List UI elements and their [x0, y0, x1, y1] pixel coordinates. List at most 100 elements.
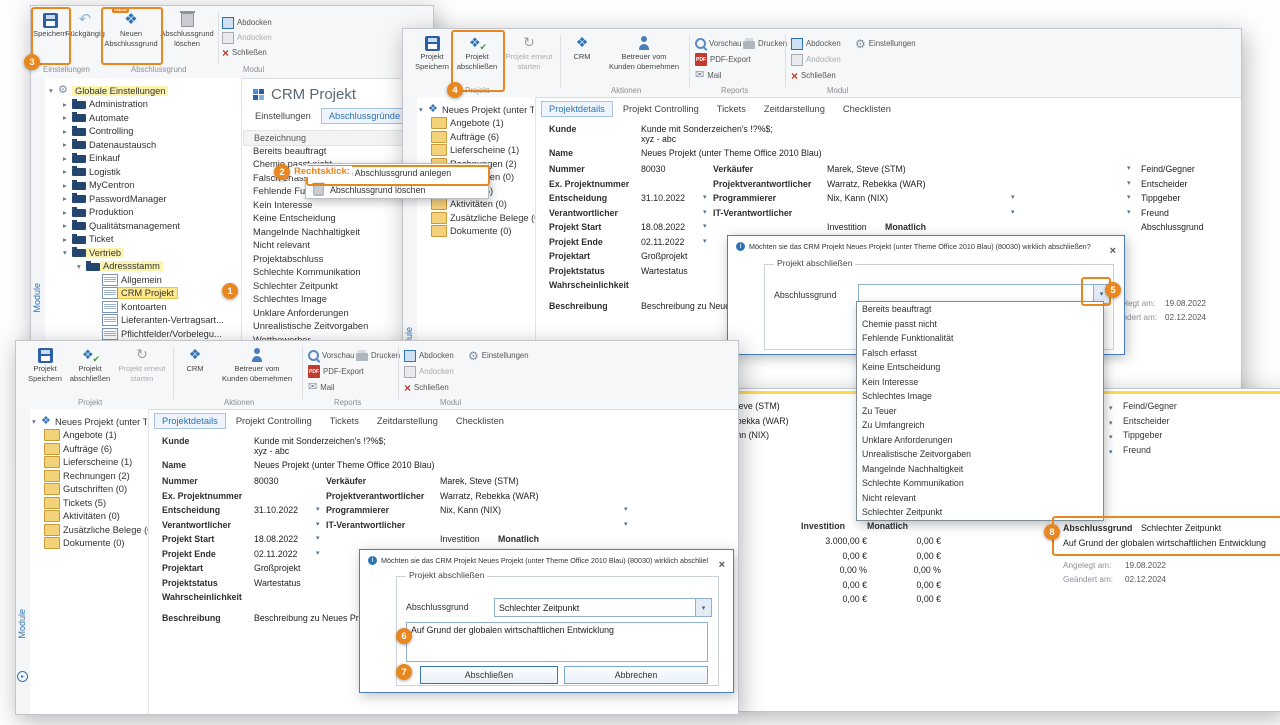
tree-item[interactable]: Lieferanten-Vertragsart... [45, 314, 241, 328]
expand-arrow-icon[interactable]: ▸ [63, 221, 72, 230]
tree-item[interactable]: ▸ Automate [45, 111, 241, 125]
dropdown-option[interactable]: Chemie passt nicht [857, 317, 1103, 332]
seller-value[interactable]: Marek, Steve (STM) [735, 401, 780, 411]
dropdown-arrow-icon[interactable]: ▾ [316, 520, 320, 528]
dropdown-arrow-icon[interactable]: ▾ [624, 505, 628, 513]
print-button[interactable]: Drucken [743, 37, 787, 50]
tab[interactable]: Projekt Controlling [228, 413, 320, 429]
close-reason-value[interactable]: Schlechter Zeitpunkt [1141, 523, 1221, 533]
project-lead-value[interactable]: Warratz, Rebekka (WAR) [735, 416, 789, 426]
tree-item[interactable]: ▸ Ticket [45, 233, 241, 247]
dropdown-option[interactable]: Schlechtes Image [857, 389, 1103, 404]
tree-item[interactable]: Aufträge (6) [431, 130, 535, 144]
tree-root-item[interactable]: ▾ Neues Projekt (unter Theme Office... [30, 409, 148, 429]
dropdown-arrow-icon[interactable]: ▾ [1127, 179, 1131, 187]
tab[interactable]: Zeitdarstellung [756, 101, 833, 117]
combo-arrow-icon[interactable]: ▾ [695, 599, 711, 616]
tree-item[interactable]: ▾ Adressstamm [45, 260, 241, 274]
pdf-export-button[interactable]: PDF-Export [308, 365, 364, 378]
tree-item[interactable]: ▸ MyCentron [45, 179, 241, 193]
tab[interactable]: Abschlussgründe [321, 108, 408, 124]
dropdown-arrow-icon[interactable]: ▾ [1127, 193, 1131, 201]
expand-arrow-icon[interactable]: ▸ [63, 235, 72, 244]
expand-arrow-icon[interactable]: ▸ [63, 194, 72, 203]
expand-arrow-icon[interactable]: ▸ [63, 154, 72, 163]
dropdown-arrow-icon[interactable]: ▾ [703, 222, 707, 230]
tree-item[interactable]: Lieferscheine (1) [44, 456, 148, 470]
settings-button[interactable]: Einstellungen [855, 37, 916, 50]
tree-item[interactable]: ▸ Einkauf [45, 152, 241, 166]
tree-root-item[interactable]: ▾ Neues Projekt (unter Theme Office... [417, 97, 535, 117]
contact-role-row[interactable]: Feind/Gegner [1109, 401, 1274, 416]
dropdown-option[interactable]: Bereits beauftragt [857, 302, 1103, 317]
settings-button[interactable]: Einstellungen [468, 349, 529, 362]
new-close-reason-button[interactable]: NEU Neuen Abschlussgrund [104, 11, 158, 63]
tab[interactable]: Checklisten [448, 413, 512, 429]
project-close-button[interactable]: Projektabschließen [68, 346, 112, 398]
preview-button[interactable]: Vorschau [308, 349, 355, 362]
tree-item[interactable]: ▸ Datenaustausch [45, 138, 241, 152]
tree-item[interactable]: ▸ Controlling [45, 125, 241, 139]
dropdown-arrow-icon[interactable]: ▾ [316, 549, 320, 557]
crm-menu-button[interactable]: CRM [565, 34, 599, 86]
caretaker-button[interactable]: Betreuer vomKunden übernehmen [603, 34, 685, 86]
dropdown-option[interactable]: Zu Umfangreich [857, 418, 1103, 433]
mail-button[interactable]: Mail [695, 69, 722, 82]
project-save-button[interactable]: ProjektSpeichern [24, 346, 66, 398]
context-menu-item-delete-reason[interactable]: Abschlussgrund löschen [306, 181, 488, 198]
crm-menu-button[interactable]: CRM [178, 346, 212, 398]
module-rail-toggle-icon[interactable] [17, 671, 28, 682]
dropdown-option[interactable]: Nicht relevant [857, 491, 1103, 506]
mail-button[interactable]: Mail [308, 381, 335, 394]
dropdown-arrow-icon[interactable]: ▾ [703, 237, 707, 245]
tab[interactable]: Einstellungen [247, 108, 319, 124]
tree-item[interactable]: Kontoarten [45, 300, 241, 314]
undo-button[interactable]: Rückgängig [68, 11, 102, 63]
dropdown-option[interactable]: Mangelnde Nachhaltigkeit [857, 462, 1103, 477]
close-module-button[interactable]: Schließen [791, 69, 836, 82]
tree-item[interactable]: Aufträge (6) [44, 442, 148, 456]
tree-item[interactable]: Angebote (1) [431, 117, 535, 131]
dropdown-arrow-icon[interactable] [1109, 448, 1113, 456]
tree-item[interactable]: CRM Projekt [45, 287, 241, 301]
dropdown-option[interactable]: Unrealistische Zeitvorgaben [857, 447, 1103, 462]
project-close-button[interactable]: Projektabschließen [455, 34, 499, 86]
project-save-button[interactable]: ProjektSpeichern [411, 34, 453, 86]
tree-item[interactable]: Angebote (1) [44, 429, 148, 443]
tab[interactable]: Tickets [709, 101, 754, 117]
confirm-close-button[interactable]: Abschließen [420, 666, 558, 684]
undock-button[interactable]: Abdocken [222, 16, 272, 29]
dropdown-arrow-icon[interactable]: ▾ [1127, 208, 1131, 216]
dropdown-option[interactable]: Schlechte Kommunikation [857, 476, 1103, 491]
close-reason-combobox[interactable]: Schlechter Zeitpunkt ▾ [494, 598, 712, 617]
expand-arrow-icon[interactable]: ▸ [63, 181, 72, 190]
dialog-close-icon[interactable] [1110, 241, 1116, 259]
programmer-value[interactable]: Nix, Kann (NIX) [735, 430, 769, 440]
dropdown-arrow-icon[interactable]: ▾ [1127, 164, 1131, 172]
dropdown-option[interactable]: Fehlende Funktionalität [857, 331, 1103, 346]
tree-item[interactable]: ▸ Logistik [45, 165, 241, 179]
dialog-close-icon[interactable] [719, 555, 725, 573]
dropdown-arrow-icon[interactable]: ▾ [1011, 193, 1015, 201]
project-restart-button[interactable]: Projekt erneutstarten [114, 346, 170, 398]
expand-arrow-icon[interactable]: ▾ [32, 417, 41, 426]
dock-button[interactable]: Andocken [404, 365, 454, 378]
project-restart-button[interactable]: Projekt erneutstarten [501, 34, 557, 86]
expand-arrow-icon[interactable]: ▾ [77, 262, 86, 271]
dropdown-arrow-icon[interactable]: ▾ [703, 208, 707, 216]
tab[interactable]: Zeitdarstellung [369, 413, 446, 429]
preview-button[interactable]: Vorschau [695, 37, 742, 50]
contact-role-row[interactable]: Entscheider [1109, 416, 1274, 431]
close-reason-textarea[interactable]: Auf Grund der globalen wirtschaftlichen … [406, 622, 708, 662]
tree-item[interactable]: ▸ PasswordManager [45, 192, 241, 206]
dropdown-option[interactable]: Unklare Anforderungen [857, 433, 1103, 448]
tree-item[interactable]: ▾ Vertrieb [45, 246, 241, 260]
tree-item[interactable]: ▸ Administration [45, 98, 241, 112]
undock-button[interactable]: Abdocken [404, 349, 454, 362]
tree-item[interactable]: ▾ Globale Einstellungen [45, 84, 241, 98]
dropdown-option[interactable]: Zu Teuer [857, 404, 1103, 419]
print-button[interactable]: Drucken [356, 349, 400, 362]
dropdown-arrow-icon[interactable]: ▾ [1011, 208, 1015, 216]
tab[interactable]: Tickets [322, 413, 367, 429]
dock-button[interactable]: Andocken [222, 31, 272, 44]
